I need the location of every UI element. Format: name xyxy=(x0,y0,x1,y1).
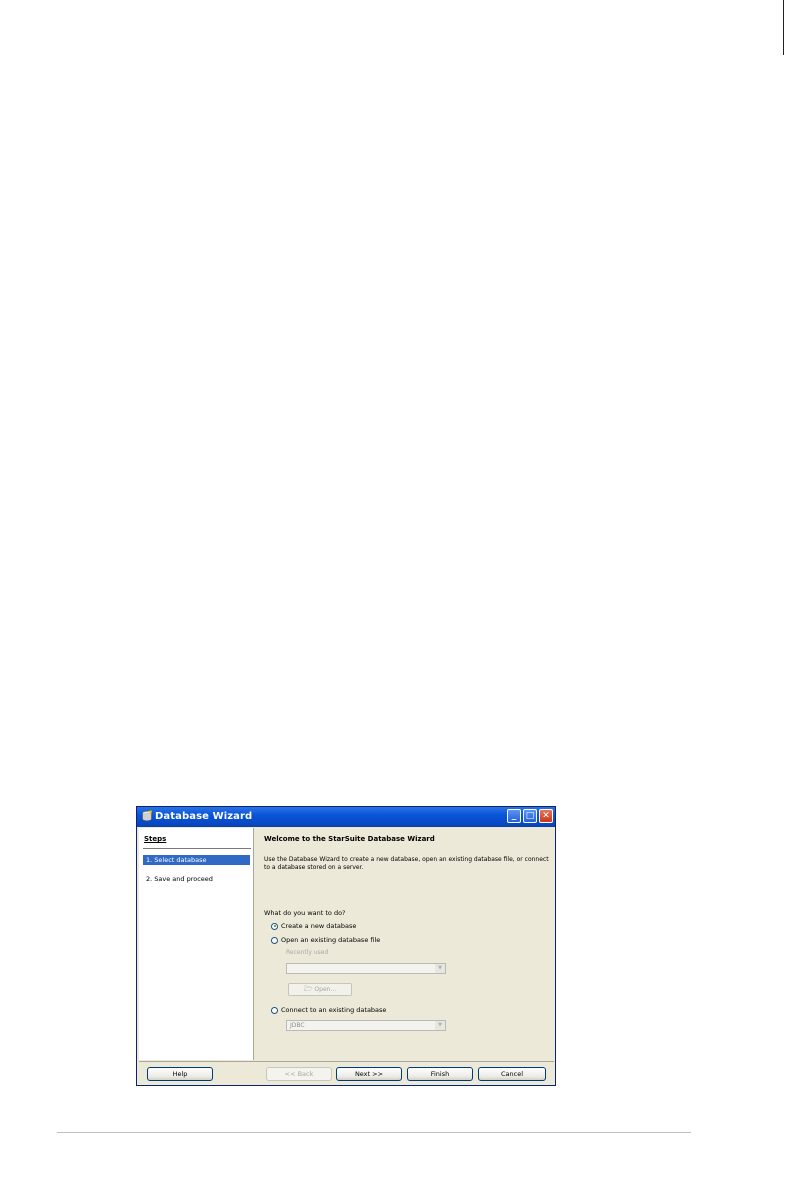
radio-label: Open an existing database file xyxy=(281,936,381,944)
chevron-down-icon[interactable]: ▼ xyxy=(435,1021,445,1030)
help-button[interactable]: Help xyxy=(147,1067,213,1081)
minimize-icon: _ xyxy=(511,811,517,821)
step-save-and-proceed[interactable]: 2. Save and proceed xyxy=(143,874,250,884)
radio-connect-existing-database[interactable]: Connect to an existing database xyxy=(271,1005,386,1015)
steps-divider xyxy=(143,848,251,849)
connection-type-dropdown[interactable]: JDBC ▼ xyxy=(286,1020,446,1031)
radio-icon[interactable] xyxy=(271,936,278,944)
window-title: Database Wizard xyxy=(155,811,253,822)
page-heading: Welcome to the StarSuite Database Wizard xyxy=(264,835,435,843)
close-icon: ✕ xyxy=(542,811,550,821)
wizard-content: Welcome to the StarSuite Database Wizard… xyxy=(254,828,554,1060)
steps-pane: Steps 1. Select database 2. Save and pro… xyxy=(139,828,254,1060)
question-label: What do you want to do? xyxy=(264,909,346,917)
maximize-button[interactable]: □ xyxy=(523,809,537,823)
step-select-database[interactable]: 1. Select database xyxy=(143,855,250,865)
radio-create-new-database[interactable]: Create a new database xyxy=(271,921,356,931)
folder-open-icon: 🗁 xyxy=(303,985,313,993)
recently-used-label: Recently used xyxy=(286,949,329,956)
page-description: Use the Database Wizard to create a new … xyxy=(264,856,549,871)
back-button[interactable]: << Back xyxy=(266,1067,332,1081)
recently-used-dropdown[interactable]: ▼ xyxy=(286,963,446,974)
crop-mark xyxy=(783,0,784,55)
open-button-label: Open... xyxy=(314,986,337,993)
database-app-icon xyxy=(142,810,152,822)
cancel-button[interactable]: Cancel xyxy=(478,1067,546,1081)
radio-selected-icon[interactable] xyxy=(271,922,278,930)
steps-title: Steps xyxy=(144,835,167,843)
minimize-button[interactable]: _ xyxy=(507,809,521,823)
radio-label: Connect to an existing database xyxy=(281,1006,387,1014)
open-file-button[interactable]: 🗁 Open... xyxy=(288,983,352,996)
connection-type-value: JDBC xyxy=(290,1022,305,1029)
footer-rule xyxy=(57,1132,691,1133)
title-bar[interactable]: Database Wizard _ □ ✕ xyxy=(137,807,555,827)
radio-label: Create a new database xyxy=(281,922,357,930)
database-wizard-window: Database Wizard _ □ ✕ Steps 1. Select da… xyxy=(136,806,556,1086)
close-button[interactable]: ✕ xyxy=(539,809,553,823)
button-bar-divider xyxy=(139,1061,554,1062)
maximize-icon: □ xyxy=(525,811,535,821)
next-button[interactable]: Next >> xyxy=(336,1067,402,1081)
chevron-down-icon[interactable]: ▼ xyxy=(435,964,445,973)
radio-icon[interactable] xyxy=(271,1006,278,1014)
radio-open-existing-file[interactable]: Open an existing database file xyxy=(271,935,380,945)
finish-button[interactable]: Finish xyxy=(407,1067,473,1081)
